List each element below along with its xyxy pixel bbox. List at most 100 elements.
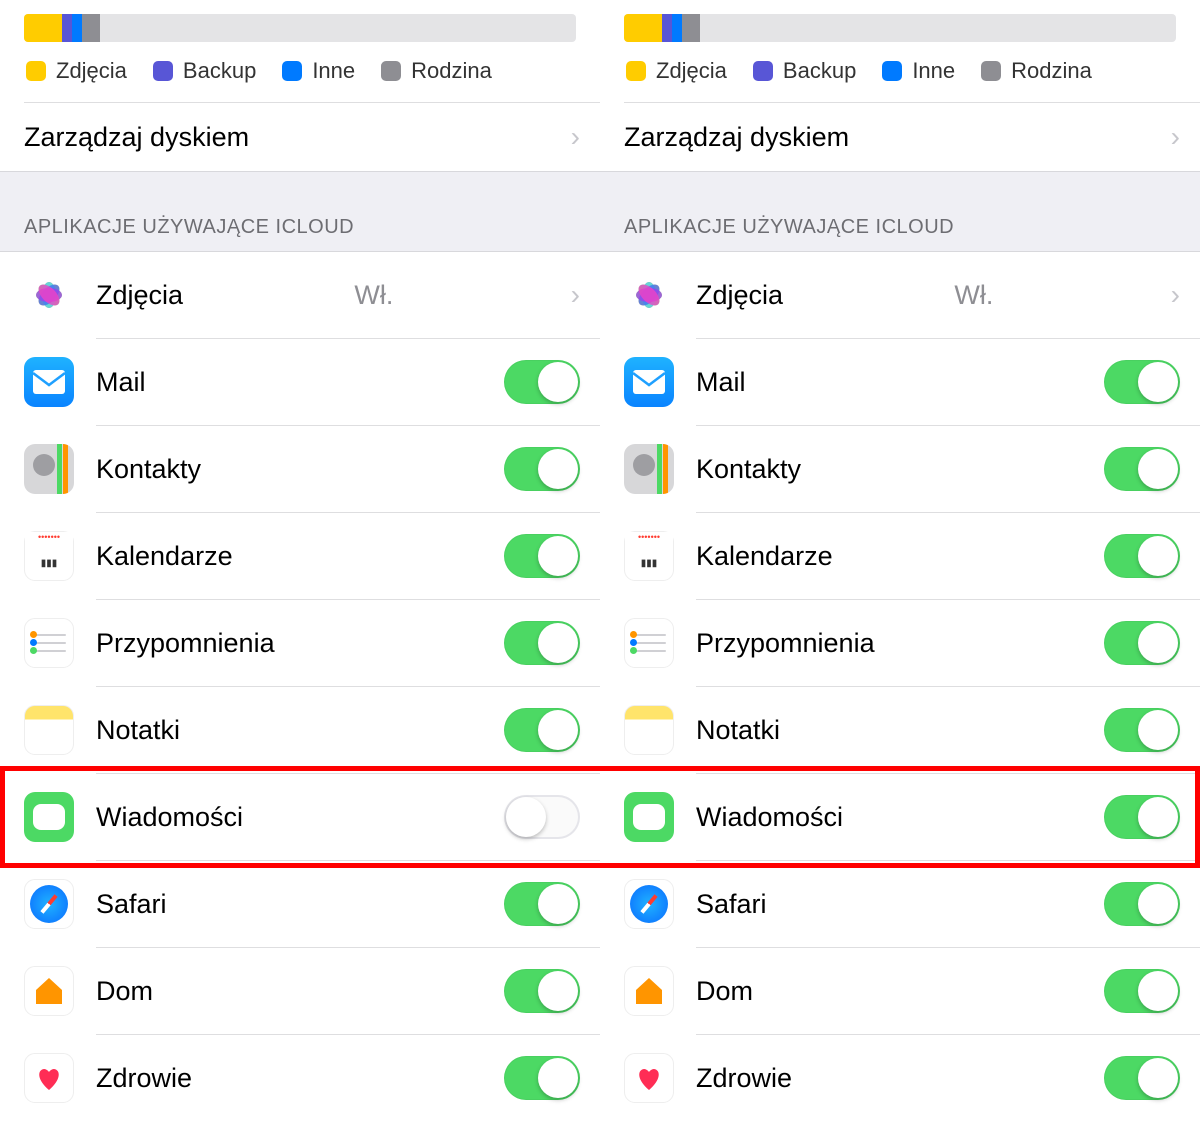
toggle-knob [538, 362, 578, 402]
photos-status-value: Wł. [954, 280, 993, 311]
toggle-home[interactable] [504, 969, 580, 1013]
toggle-rem[interactable] [1104, 621, 1180, 665]
app-label: Dom [696, 976, 753, 1007]
toggle-mail[interactable] [1104, 360, 1180, 404]
row-photos[interactable]: Zdjęcia Wł. › [0, 252, 600, 338]
toggle-knob [506, 797, 546, 837]
toggle-safari[interactable] [504, 882, 580, 926]
row-msg: Wiadomości [600, 774, 1200, 860]
toggle-notes[interactable] [1104, 708, 1180, 752]
toggle-knob [1138, 623, 1178, 663]
app-label: Zdrowie [96, 1063, 192, 1094]
app-label: Safari [96, 889, 167, 920]
row-safari: Safari [0, 861, 600, 947]
toggle-rem[interactable] [504, 621, 580, 665]
app-label: Safari [696, 889, 767, 920]
toggle-mail[interactable] [504, 360, 580, 404]
toggle-cal[interactable] [504, 534, 580, 578]
storage-legend: Zdjęcia Backup Inne Rodzina [26, 58, 576, 84]
manage-storage-row[interactable]: Zarządzaj dyskiem › [600, 103, 1200, 171]
toggle-contacts[interactable] [1104, 447, 1180, 491]
app-label: Zdjęcia [696, 280, 783, 311]
storage-seg-inne [72, 14, 82, 42]
legend-item: Rodzina [981, 58, 1092, 84]
toggle-cal[interactable] [1104, 534, 1180, 578]
app-label: Kontakty [96, 454, 201, 485]
storage-legend: Zdjęcia Backup Inne Rodzina [626, 58, 1176, 84]
toggle-notes[interactable] [504, 708, 580, 752]
row-home: Dom [600, 948, 1200, 1034]
manage-storage-label: Zarządzaj dyskiem [624, 122, 849, 153]
toggle-health[interactable] [1104, 1056, 1180, 1100]
home-icon [24, 966, 74, 1016]
app-label: Notatki [96, 715, 180, 746]
legend-swatch [153, 61, 173, 81]
manage-storage-label: Zarządzaj dyskiem [24, 122, 249, 153]
storage-section: Zdjęcia Backup Inne Rodzina [0, 0, 600, 84]
legend-swatch [882, 61, 902, 81]
row-msg: Wiadomości [0, 774, 600, 860]
chevron-right-icon: › [571, 279, 580, 311]
apps-section-header: APLIKACJE UŻYWAJĄCE ICLOUD [600, 171, 1200, 252]
row-mail: Mail [600, 339, 1200, 425]
row-contacts: Kontakty [0, 426, 600, 512]
row-notes: Notatki [600, 687, 1200, 773]
messages-icon [624, 792, 674, 842]
toggle-knob [1138, 362, 1178, 402]
legend-label: Inne [912, 58, 955, 84]
app-label: Mail [696, 367, 746, 398]
mail-icon [624, 357, 674, 407]
calendar-icon: •••••••▮▮▮ [24, 531, 74, 581]
legend-swatch [626, 61, 646, 81]
row-home: Dom [0, 948, 600, 1034]
legend-item: Backup [753, 58, 856, 84]
legend-label: Backup [783, 58, 856, 84]
toggle-knob [538, 884, 578, 924]
row-cal: •••••••▮▮▮ Kalendarze [0, 513, 600, 599]
toggle-msg[interactable] [504, 795, 580, 839]
legend-item: Inne [882, 58, 955, 84]
toggle-knob [1138, 710, 1178, 750]
legend-label: Zdjęcia [656, 58, 727, 84]
row-health: Zdrowie [0, 1035, 600, 1121]
toggle-knob [538, 449, 578, 489]
toggle-contacts[interactable] [504, 447, 580, 491]
legend-label: Backup [183, 58, 256, 84]
toggle-msg[interactable] [1104, 795, 1180, 839]
row-cal: •••••••▮▮▮ Kalendarze [600, 513, 1200, 599]
toggle-knob [538, 1058, 578, 1098]
legend-swatch [26, 61, 46, 81]
mail-icon [24, 357, 74, 407]
storage-bar [24, 14, 576, 42]
legend-label: Inne [312, 58, 355, 84]
toggle-health[interactable] [504, 1056, 580, 1100]
app-label: Dom [96, 976, 153, 1007]
calendar-icon: •••••••▮▮▮ [624, 531, 674, 581]
storage-seg-zdjecia [24, 14, 62, 42]
storage-seg-rodzina [682, 14, 700, 42]
safari-icon [24, 879, 74, 929]
row-notes: Notatki [0, 687, 600, 773]
legend-item: Zdjęcia [26, 58, 127, 84]
photos-status-value: Wł. [354, 280, 393, 311]
legend-label: Zdjęcia [56, 58, 127, 84]
row-contacts: Kontakty [600, 426, 1200, 512]
app-label: Kontakty [696, 454, 801, 485]
storage-seg-rodzina [82, 14, 100, 42]
toggle-knob [1138, 971, 1178, 1011]
app-label: Przypomnienia [96, 628, 275, 659]
app-label: Notatki [696, 715, 780, 746]
toggle-home[interactable] [1104, 969, 1180, 1013]
reminders-icon [624, 618, 674, 668]
legend-item: Inne [282, 58, 355, 84]
health-icon [624, 1053, 674, 1103]
toggle-safari[interactable] [1104, 882, 1180, 926]
row-photos[interactable]: Zdjęcia Wł. › [600, 252, 1200, 338]
icloud-settings-after-panel: Zdjęcia Backup Inne Rodzina Zarządzaj dy… [600, 0, 1200, 1121]
legend-swatch [981, 61, 1001, 81]
toggle-knob [1138, 536, 1178, 576]
storage-seg-backup [62, 14, 72, 42]
storage-seg-backup [662, 14, 672, 42]
manage-storage-row[interactable]: Zarządzaj dyskiem › [0, 103, 600, 171]
app-label: Kalendarze [696, 541, 833, 572]
